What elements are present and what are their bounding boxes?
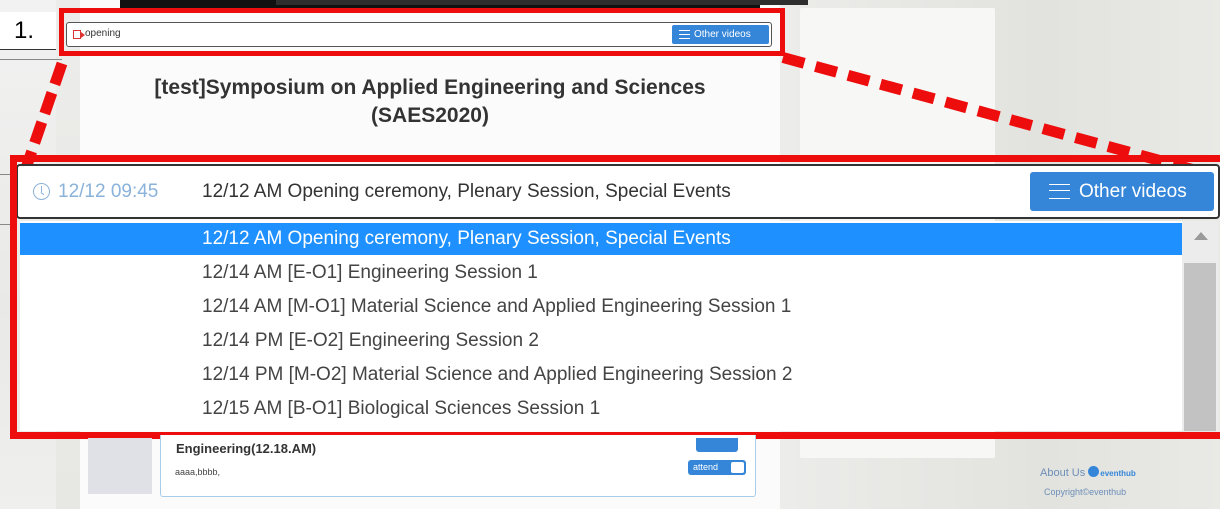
- attend-toggle[interactable]: attend: [688, 460, 746, 475]
- copyright-text: Copyright©eventhub: [1044, 487, 1127, 497]
- session-card-button[interactable]: [696, 438, 738, 452]
- screenshot-stage: 1. opening Other videos [test]Symposium …: [0, 0, 1220, 509]
- session-thumbnail: [88, 438, 152, 494]
- session-card-authors: aaaa,bbbb,: [175, 467, 221, 477]
- event-title: [test]Symposium on Applied Engineering a…: [80, 74, 780, 130]
- toggle-knob: [731, 462, 744, 473]
- event-title-line: [test]Symposium on Applied Engineering a…: [154, 76, 706, 99]
- about-us-label: About Us: [1040, 467, 1086, 479]
- highlight-frame-small: [59, 8, 785, 56]
- highlight-frame-zoomed: [10, 155, 1220, 439]
- attend-label: attend: [693, 462, 719, 472]
- about-us-link[interactable]: About Us eventhub: [1040, 466, 1136, 479]
- divider-line: [0, 59, 62, 60]
- video-player-bottom: [120, 0, 808, 8]
- eventhub-logo-icon: [1088, 466, 1100, 477]
- step-number-label: 1.: [0, 12, 56, 50]
- brand-name: eventhub: [1100, 469, 1136, 478]
- event-title-line: (SAES2020): [371, 104, 489, 127]
- session-card-title: Engineering(12.18.AM): [176, 441, 317, 456]
